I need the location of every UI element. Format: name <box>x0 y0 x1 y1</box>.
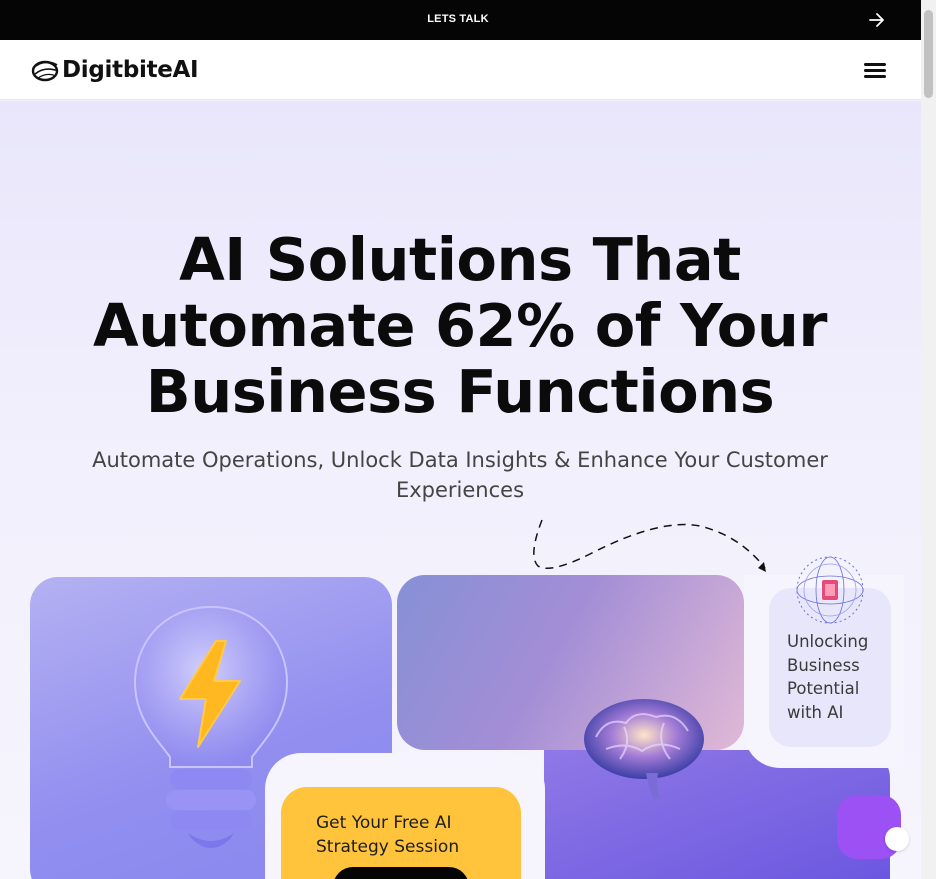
brain-icon <box>584 699 704 799</box>
announcement-bar[interactable]: LETS TALK <box>0 0 921 40</box>
logo-swirl-icon <box>31 60 59 82</box>
chat-indicator <box>885 827 909 851</box>
strategy-session-card[interactable]: Get Your Free AI Strategy Session <box>281 787 521 879</box>
hero-section: AI Solutions That Automate 62% of Your B… <box>0 101 921 879</box>
page-scrollbar[interactable] <box>921 0 936 879</box>
hero-title: AI Solutions That Automate 62% of Your B… <box>93 225 827 426</box>
brand-logo[interactable]: DigitbiteAI <box>30 56 199 84</box>
ai-globe-icon <box>796 556 864 624</box>
book-session-button[interactable] <box>333 867 469 879</box>
hero-subtitle: Automate Operations, Unlock Data Insight… <box>92 448 828 502</box>
ai-potential-text: Unlocking Business Potential with AI <box>787 632 869 722</box>
lets-talk-link[interactable]: LETS TALK <box>0 13 916 25</box>
arrow-right-icon[interactable] <box>868 12 886 28</box>
site-header: DigitbiteAI <box>0 40 921 100</box>
dashed-arrow-decoration <box>533 519 766 572</box>
lightning-icon <box>179 640 241 748</box>
brand-name: DigitbiteAI <box>62 57 199 83</box>
strategy-session-text: Get Your Free AI Strategy Session <box>316 813 460 857</box>
scrollbar-thumb[interactable] <box>924 10 933 98</box>
hamburger-menu-icon[interactable] <box>864 63 886 79</box>
